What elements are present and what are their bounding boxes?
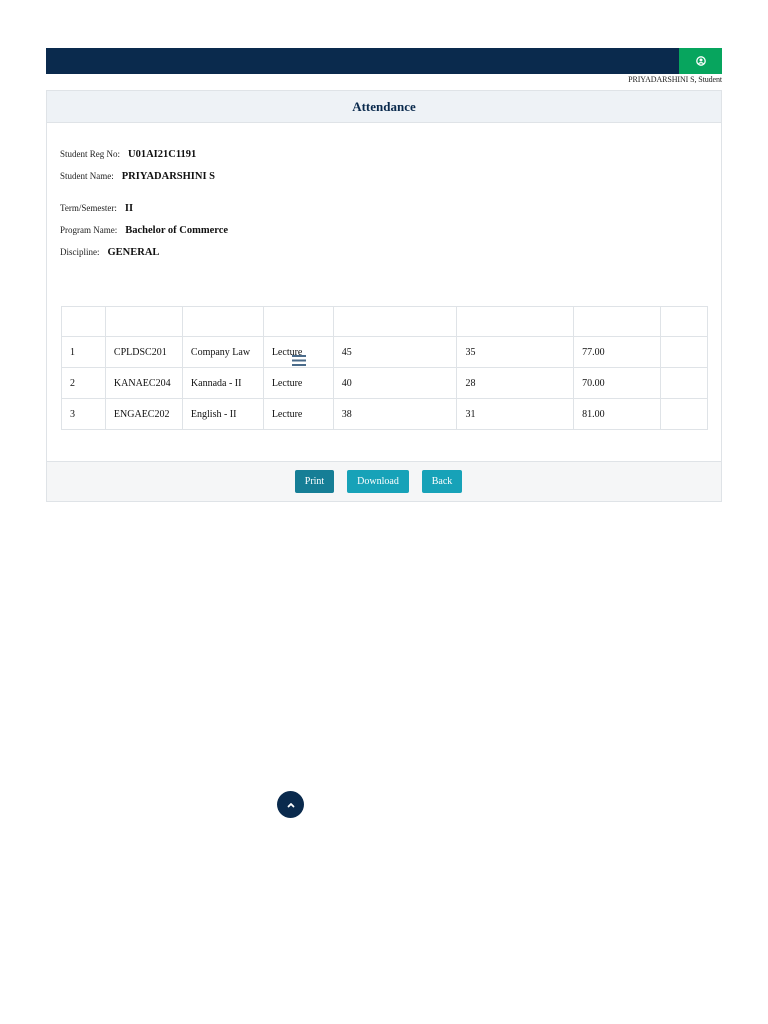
table-cell: 40 <box>332 367 458 399</box>
discipline-row: Discipline: GENERAL <box>60 247 159 258</box>
table-cell: English - II <box>181 398 264 430</box>
discipline-value: GENERAL <box>107 247 160 258</box>
table-cell: Company Law <box>181 336 264 368</box>
logged-in-user: PRIYADARSHINI S, Student <box>628 75 722 84</box>
table-cell <box>660 398 708 430</box>
column-header <box>262 306 334 337</box>
reg-no-row: Student Reg No: U01AI21C1191 <box>60 149 196 160</box>
card-title: Attendance <box>47 91 721 123</box>
table-cell <box>660 336 708 368</box>
table-cell: 31 <box>456 398 575 430</box>
attendance-card: Attendance Student Reg No: U01AI21C1191 … <box>46 90 722 502</box>
table-row: 1 CPLDSC201 Company Law Lecture 45 35 77… <box>61 336 708 368</box>
table-cell: 45 <box>332 336 458 368</box>
reg-no-label: Student Reg No: <box>60 149 120 159</box>
table-cell: 1 <box>61 336 106 368</box>
table-cell: KANAEC204 <box>104 367 183 399</box>
menu-lines-icon[interactable] <box>292 355 306 366</box>
column-header <box>573 306 662 337</box>
column-header <box>104 306 183 337</box>
table-cell: 81.00 <box>573 398 662 430</box>
scroll-to-top-button[interactable] <box>277 791 304 818</box>
term-value: II <box>124 203 134 214</box>
term-label: Term/Semester: <box>60 203 117 213</box>
table-cell: ENGAEC202 <box>104 398 183 430</box>
table-cell: 77.00 <box>573 336 662 368</box>
table-cell: 3 <box>61 398 106 430</box>
table-cell: 38 <box>332 398 458 430</box>
table-header-row <box>61 306 708 337</box>
table-cell: 2 <box>61 367 106 399</box>
download-button[interactable]: Download <box>347 470 409 493</box>
reg-no-value: U01AI21C1191 <box>128 149 197 160</box>
table-cell: Kannada - II <box>181 367 264 399</box>
chevron-up-icon <box>287 802 294 807</box>
table-row: 2 KANAEC204 Kannada - II Lecture 40 28 7… <box>61 367 708 399</box>
column-header <box>332 306 458 337</box>
back-button[interactable]: Back <box>422 470 462 493</box>
program-row: Program Name: Bachelor of Commerce <box>60 225 228 236</box>
column-header <box>456 306 575 337</box>
table-cell: 70.00 <box>573 367 662 399</box>
column-header <box>660 306 708 337</box>
discipline-label: Discipline: <box>60 247 100 257</box>
student-name-row: Student Name: PRIYADARSHINI S <box>60 171 215 182</box>
column-header <box>181 306 264 337</box>
user-circle-icon <box>695 56 706 66</box>
table-cell: CPLDSC201 <box>104 336 183 368</box>
table-cell <box>660 367 708 399</box>
attendance-table: 1 CPLDSC201 Company Law Lecture 45 35 77… <box>61 306 708 430</box>
table-cell: 35 <box>456 336 575 368</box>
user-menu-button[interactable] <box>679 48 722 74</box>
table-cell: Lecture <box>262 398 334 430</box>
program-value: Bachelor of Commerce <box>125 225 229 236</box>
table-cell: 28 <box>456 367 575 399</box>
card-footer: Print Download Back <box>47 461 721 501</box>
term-row: Term/Semester: II <box>60 203 133 214</box>
top-navbar <box>46 48 722 74</box>
student-name-label: Student Name: <box>60 171 114 181</box>
program-label: Program Name: <box>60 225 118 235</box>
column-header <box>61 306 106 337</box>
table-cell: Lecture <box>262 367 334 399</box>
print-button[interactable]: Print <box>295 470 334 493</box>
student-name-value: PRIYADARSHINI S <box>121 171 216 182</box>
table-row: 3 ENGAEC202 English - II Lecture 38 31 8… <box>61 398 708 430</box>
